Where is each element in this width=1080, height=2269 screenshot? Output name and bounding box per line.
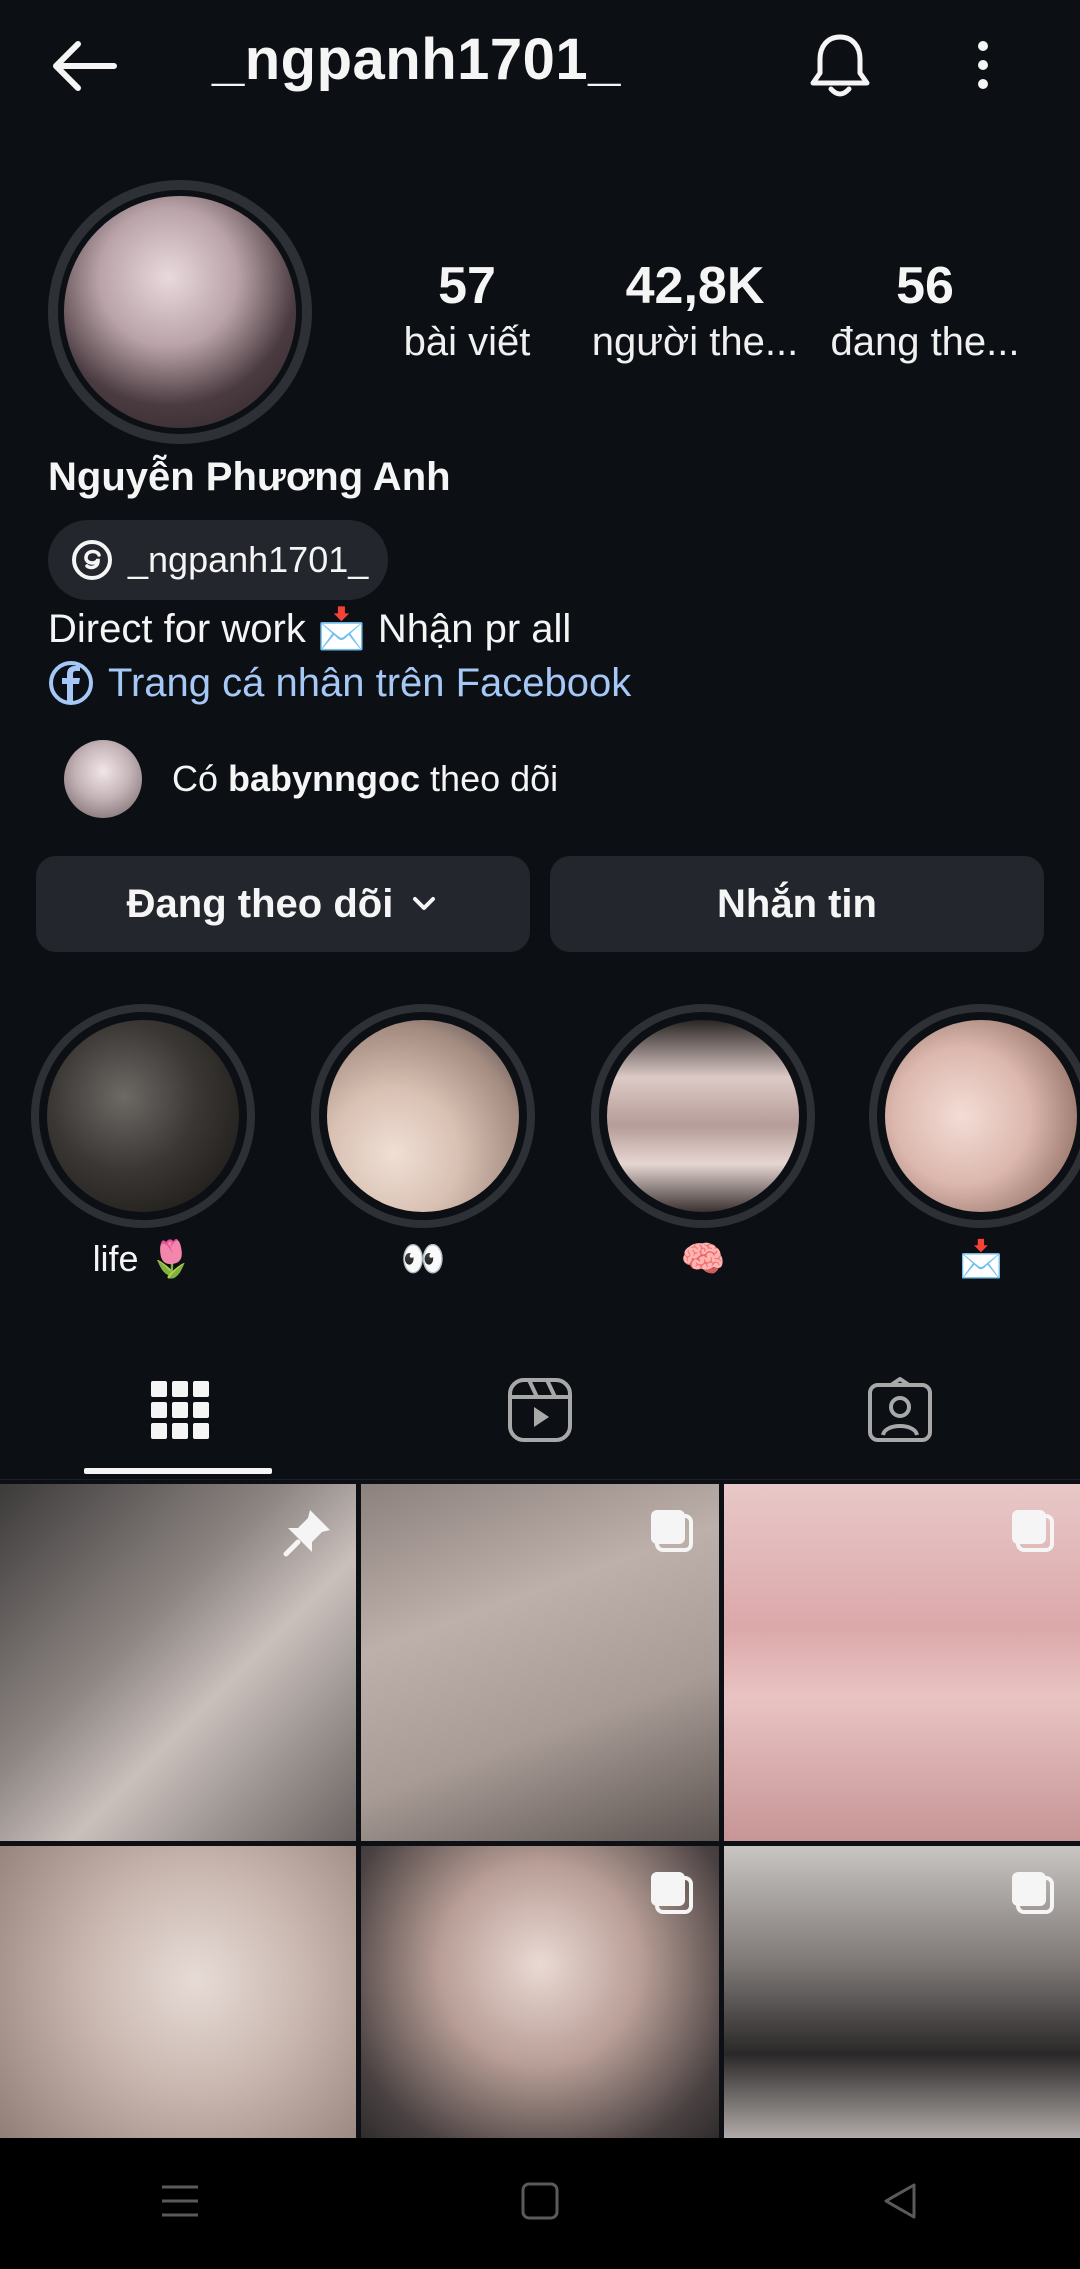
post-thumbnail[interactable] xyxy=(361,1484,719,1841)
followed-by-text: Có babynngoc theo dõi xyxy=(172,758,558,800)
back-button[interactable] xyxy=(40,28,128,104)
recent-apps-button[interactable] xyxy=(160,2183,200,2224)
highlight-label: 📩 xyxy=(958,1238,1004,1279)
highlight-eyes[interactable]: 👀 xyxy=(308,1004,538,1280)
carousel-icon xyxy=(1012,1510,1054,1552)
grid-icon xyxy=(151,1381,209,1439)
profile-bio: Direct for work 📩 Nhận pr all xyxy=(48,607,572,651)
menu-lines-icon xyxy=(162,2185,198,2217)
profile-display-name: Nguyễn Phương Anh xyxy=(48,455,451,499)
facebook-link-text: Trang cá nhân trên Facebook xyxy=(108,660,632,705)
post-thumbnail[interactable] xyxy=(361,1846,719,2138)
top-bar: _ngpanh1701_ xyxy=(0,0,1080,130)
stat-posts: 57 bài viết xyxy=(362,256,572,368)
notifications-button[interactable] xyxy=(800,26,880,106)
followed-by-row[interactable]: Có babynngoc theo dõi xyxy=(64,740,558,818)
highlight-cover xyxy=(319,1012,527,1220)
chevron-down-icon xyxy=(413,897,436,910)
arrow-left-icon xyxy=(53,41,117,91)
posts-grid xyxy=(0,1484,1080,2138)
bell-icon xyxy=(810,34,870,97)
post-thumbnail[interactable] xyxy=(0,1484,356,1841)
tagged-user-icon xyxy=(868,1377,932,1442)
tab-posts[interactable] xyxy=(0,1340,360,1480)
pin-icon xyxy=(283,1510,330,1557)
more-vertical-icon xyxy=(978,41,988,89)
system-navigation-bar xyxy=(0,2138,1080,2269)
stat-followers-label: người the... xyxy=(591,320,799,364)
back-system-button[interactable] xyxy=(880,2181,920,2226)
stat-followers-number: 42,8K xyxy=(625,257,765,315)
threads-profile-chip[interactable]: _ngpanh1701_ xyxy=(48,520,388,600)
highlight-label: life 🌷 xyxy=(92,1238,194,1279)
highlight-brain[interactable]: 🧠 xyxy=(588,1004,818,1280)
highlight-label: 👀 xyxy=(400,1238,446,1279)
followed-by-user: babynngoc xyxy=(228,758,421,799)
stat-posts-number: 57 xyxy=(438,257,496,315)
message-button-label: Nhắn tin xyxy=(717,881,877,926)
facebook-profile-link[interactable]: Trang cá nhân trên Facebook xyxy=(48,660,631,706)
highlight-life[interactable]: life 🌷 xyxy=(28,1004,258,1280)
stat-following[interactable]: 56 đang the... xyxy=(820,256,1030,368)
stat-followers[interactable]: 42,8K người the... xyxy=(590,256,800,368)
threads-icon xyxy=(72,540,112,580)
more-options-button[interactable] xyxy=(958,30,1008,100)
home-button[interactable] xyxy=(520,2181,560,2226)
highlight-label: 🧠 xyxy=(680,1238,726,1279)
highlight-mail[interactable]: 📩 xyxy=(866,1004,1080,1280)
message-button[interactable]: Nhắn tin xyxy=(550,856,1044,952)
home-square-icon xyxy=(521,2182,559,2220)
followed-by-prefix: Có xyxy=(172,758,229,799)
post-thumbnail[interactable] xyxy=(724,1484,1080,1841)
following-button[interactable]: Đang theo dõi xyxy=(36,856,530,952)
highlight-cover xyxy=(877,1012,1080,1220)
highlight-cover xyxy=(599,1012,807,1220)
stat-following-number: 56 xyxy=(896,257,954,315)
tab-tagged[interactable] xyxy=(720,1340,1080,1480)
profile-username-title: _ngpanh1701_ xyxy=(212,27,621,92)
post-thumbnail[interactable] xyxy=(724,1846,1080,2138)
carousel-icon xyxy=(651,1510,693,1552)
profile-avatar xyxy=(58,190,302,434)
following-button-label: Đang theo dõi xyxy=(126,881,394,926)
reels-icon xyxy=(508,1378,572,1442)
followed-by-suffix: theo dõi xyxy=(420,758,559,799)
threads-handle: _ngpanh1701_ xyxy=(128,539,369,580)
follower-avatar xyxy=(64,740,142,818)
carousel-icon xyxy=(651,1872,693,1914)
back-triangle-icon xyxy=(884,2183,916,2219)
facebook-icon xyxy=(49,661,93,705)
post-thumbnail[interactable] xyxy=(0,1846,356,2138)
carousel-icon xyxy=(1012,1872,1054,1914)
highlight-cover xyxy=(39,1012,247,1220)
active-tab-indicator xyxy=(84,1468,272,1474)
tab-reels[interactable] xyxy=(360,1340,720,1480)
profile-avatar-ring[interactable] xyxy=(48,180,312,444)
stat-posts-label: bài viết xyxy=(403,320,531,364)
stat-following-label: đang the... xyxy=(830,320,1020,364)
profile-tabs xyxy=(0,1340,1080,1480)
